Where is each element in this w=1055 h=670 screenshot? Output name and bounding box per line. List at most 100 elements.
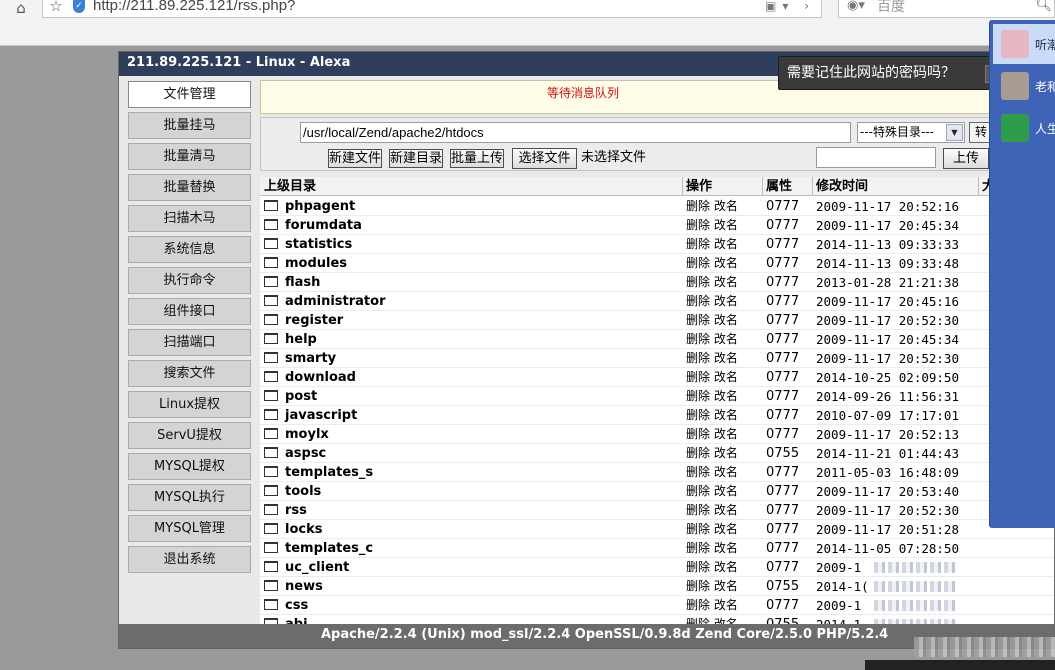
folder-name-link[interactable]: moylx <box>285 425 329 444</box>
contact-item[interactable]: 听潮 <box>993 24 1055 64</box>
folder-name-link[interactable]: css <box>285 596 308 615</box>
row-permission[interactable]: 0777 <box>766 292 799 311</box>
menu-item[interactable]: MYSQL管理 <box>128 515 251 542</box>
menu-item[interactable]: 批量挂马 <box>128 112 251 139</box>
folder-name-link[interactable]: flash <box>285 273 320 292</box>
folder-name-link[interactable]: templates_c <box>285 539 373 558</box>
row-actions[interactable]: 删除 改名 <box>686 425 738 444</box>
menu-item[interactable]: Linux提权 <box>128 391 251 418</box>
menu-item[interactable]: 组件接口 <box>128 298 251 325</box>
folder-name-link[interactable]: templates_s <box>285 463 373 482</box>
address-bar-actions-icon[interactable]: ▣▾ › <box>765 0 815 14</box>
row-permission[interactable]: 0777 <box>766 216 799 235</box>
search-icon[interactable]: 🔍︎ <box>1035 0 1052 14</box>
new-dir-button[interactable]: 新建目录 <box>389 149 443 168</box>
row-actions[interactable]: 删除 改名 <box>686 330 738 349</box>
url-text[interactable]: http://211.89.225.121/rss.php? <box>93 0 295 14</box>
star-icon[interactable]: ☆ <box>45 0 67 14</box>
row-actions[interactable]: 删除 改名 <box>686 596 738 615</box>
search-input[interactable]: 百度 <box>877 0 905 14</box>
row-actions[interactable]: 删除 改名 <box>686 349 738 368</box>
row-actions[interactable]: 删除 改名 <box>686 387 738 406</box>
menu-item[interactable]: MYSQL提权 <box>128 453 251 480</box>
row-permission[interactable]: 0777 <box>766 349 799 368</box>
contact-item[interactable]: 人生 <box>993 108 1055 148</box>
row-actions[interactable]: 删除 改名 <box>686 444 738 463</box>
folder-name-link[interactable]: download <box>285 368 356 387</box>
special-dir-select[interactable]: ---特殊目录--- ▼ <box>857 122 965 143</box>
address-bar[interactable]: ☆ ✓ http://211.89.225.121/rss.php? ▣▾ › <box>42 0 822 18</box>
menu-item[interactable]: 批量清马 <box>128 143 251 170</box>
row-actions[interactable]: 删除 改名 <box>686 577 738 596</box>
row-permission[interactable]: 0777 <box>766 558 799 577</box>
row-actions[interactable]: 删除 改名 <box>686 368 738 387</box>
row-permission[interactable]: 0777 <box>766 463 799 482</box>
row-permission[interactable]: 0777 <box>766 311 799 330</box>
folder-name-link[interactable]: news <box>285 577 323 596</box>
row-permission[interactable]: 0755 <box>766 577 799 596</box>
menu-item[interactable]: 扫描木马 <box>128 205 251 232</box>
folder-name-link[interactable]: phpagent <box>285 197 355 216</box>
row-permission[interactable]: 0777 <box>766 330 799 349</box>
row-actions[interactable]: 删除 改名 <box>686 406 738 425</box>
menu-item[interactable]: 系统信息 <box>128 236 251 263</box>
contact-item[interactable]: 老和 <box>993 66 1055 106</box>
home-icon[interactable]: ⌂ <box>10 0 32 16</box>
path-input[interactable]: /usr/local/Zend/apache2/htdocs <box>300 122 851 143</box>
row-actions[interactable]: 删除 改名 <box>686 558 738 577</box>
menu-item[interactable]: 批量替换 <box>128 174 251 201</box>
row-permission[interactable]: 0777 <box>766 254 799 273</box>
row-permission[interactable]: 0777 <box>766 425 799 444</box>
chevron-down-icon[interactable]: ▼ <box>946 124 963 141</box>
folder-name-link[interactable]: statistics <box>285 235 352 254</box>
row-permission[interactable]: 0777 <box>766 482 799 501</box>
row-permission[interactable]: 0777 <box>766 273 799 292</box>
search-box[interactable]: ◉▾ 百度 🔍︎ <box>838 0 1055 18</box>
parent-dir-link[interactable]: 上级目录 <box>264 177 316 196</box>
menu-item[interactable]: MYSQL执行 <box>128 484 251 511</box>
row-actions[interactable]: 删除 改名 <box>686 482 738 501</box>
row-actions[interactable]: 删除 改名 <box>686 197 738 216</box>
folder-name-link[interactable]: uc_client <box>285 558 349 577</box>
row-actions[interactable]: 删除 改名 <box>686 216 738 235</box>
row-permission[interactable]: 0777 <box>766 406 799 425</box>
row-actions[interactable]: 删除 改名 <box>686 463 738 482</box>
folder-name-link[interactable]: post <box>285 387 317 406</box>
folder-name-link[interactable]: administrator <box>285 292 385 311</box>
menu-item[interactable]: 退出系统 <box>128 546 251 573</box>
new-file-button[interactable]: 新建文件 <box>328 149 382 168</box>
row-permission[interactable]: 0777 <box>766 539 799 558</box>
choose-file-button[interactable]: 选择文件 <box>512 148 577 169</box>
row-actions[interactable]: 删除 改名 <box>686 539 738 558</box>
folder-name-link[interactable]: tools <box>285 482 321 501</box>
upload-name-input[interactable] <box>816 147 936 168</box>
search-engine-icon[interactable]: ◉▾ <box>847 0 865 14</box>
row-permission[interactable]: 0777 <box>766 596 799 615</box>
folder-name-link[interactable]: forumdata <box>285 216 362 235</box>
row-actions[interactable]: 删除 改名 <box>686 292 738 311</box>
row-actions[interactable]: 删除 改名 <box>686 273 738 292</box>
folder-name-link[interactable]: locks <box>285 520 322 539</box>
batch-upload-button[interactable]: 批量上传 <box>450 149 504 168</box>
folder-name-link[interactable]: aspsc <box>285 444 326 463</box>
row-actions[interactable]: 删除 改名 <box>686 520 738 539</box>
row-actions[interactable]: 删除 改名 <box>686 235 738 254</box>
folder-name-link[interactable]: help <box>285 330 317 349</box>
folder-name-link[interactable]: rss <box>285 501 307 520</box>
menu-item[interactable]: 执行命令 <box>128 267 251 294</box>
folder-name-link[interactable]: javascript <box>285 406 357 425</box>
row-permission[interactable]: 0755 <box>766 444 799 463</box>
row-actions[interactable]: 删除 改名 <box>686 501 738 520</box>
row-permission[interactable]: 0777 <box>766 501 799 520</box>
menu-item[interactable]: 文件管理 <box>128 81 251 108</box>
upload-button[interactable]: 上传 <box>943 148 989 169</box>
folder-name-link[interactable]: register <box>285 311 343 330</box>
row-permission[interactable]: 0777 <box>766 368 799 387</box>
row-permission[interactable]: 0777 <box>766 520 799 539</box>
row-permission[interactable]: 0777 <box>766 387 799 406</box>
menu-item[interactable]: 搜索文件 <box>128 360 251 387</box>
folder-name-link[interactable]: smarty <box>285 349 336 368</box>
folder-name-link[interactable]: modules <box>285 254 347 273</box>
menu-item[interactable]: ServU提权 <box>128 422 251 449</box>
row-permission[interactable]: 0777 <box>766 235 799 254</box>
